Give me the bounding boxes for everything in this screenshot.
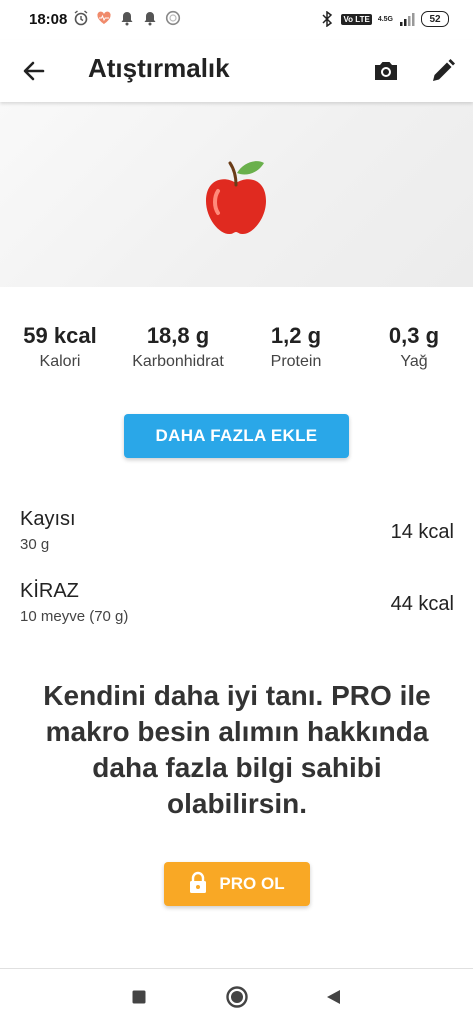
- pro-promo-text: Kendini daha iyi tanı. PRO ile makro bes…: [43, 680, 431, 819]
- food-name: Kayısı: [20, 508, 76, 530]
- battery-indicator: 52: [421, 11, 449, 27]
- camera-icon[interactable]: [371, 56, 401, 86]
- system-nav-bar: [0, 968, 473, 1025]
- status-bar: 18:08 Vo LTE 4.5G 52: [0, 0, 473, 40]
- food-quantity: 30 g: [20, 536, 50, 553]
- food-kcal: 14 kcal: [390, 521, 454, 543]
- macro-label: Kalori: [39, 353, 81, 370]
- food-list-item[interactable]: Kayısı 30 g 14 kcal: [20, 508, 454, 560]
- back-arrow-icon[interactable]: [20, 57, 48, 85]
- macro-value: 59 kcal: [23, 323, 97, 348]
- notification-bell-icon-2: [142, 10, 158, 26]
- bluetooth-icon: [319, 11, 335, 27]
- page-title: Atıştırmalık: [88, 53, 230, 83]
- food-kcal: 44 kcal: [390, 593, 454, 615]
- macro-value: 18,8 g: [146, 323, 210, 348]
- home-circle-icon[interactable]: [225, 985, 249, 1009]
- go-pro-label: PRO OL: [219, 874, 285, 893]
- macro-fat: 0,3 g Yağ: [370, 323, 458, 371]
- macro-calories: 59 kcal Kalori: [15, 323, 105, 371]
- recents-square-icon[interactable]: [127, 985, 151, 1009]
- network-type: 4.5G: [377, 15, 393, 23]
- health-heart-icon: [96, 10, 112, 26]
- macro-label: Karbonhidrat: [132, 353, 224, 370]
- status-notification-icons: [73, 10, 181, 26]
- macro-carbs: 18,8 g Karbonhidrat: [118, 323, 238, 371]
- status-system-icons: Vo LTE 4.5G 52: [319, 11, 449, 27]
- lock-icon: [189, 871, 207, 898]
- macro-label: Protein: [270, 353, 322, 370]
- macro-value: 0,3 g: [388, 323, 440, 348]
- back-triangle-icon[interactable]: [322, 985, 346, 1009]
- edit-pencil-icon[interactable]: [428, 56, 458, 86]
- volte-badge: Vo LTE: [341, 13, 372, 25]
- meal-image: [0, 102, 473, 287]
- apple-icon: [200, 157, 272, 237]
- macro-value: 1,2 g: [270, 323, 322, 348]
- notification-bell-icon: [119, 10, 135, 26]
- app-circle-icon: [165, 10, 181, 26]
- app-bar: Atıştırmalık: [0, 40, 473, 102]
- alarm-icon: [73, 10, 89, 26]
- go-pro-button[interactable]: PRO OL: [164, 862, 310, 906]
- food-name: KİRAZ: [20, 580, 79, 602]
- macro-summary: 59 kcal Kalori 18,8 g Karbonhidrat 1,2 g…: [0, 323, 473, 383]
- macro-label: Yağ: [400, 353, 428, 370]
- food-quantity: 10 meyve (70 g): [20, 608, 129, 625]
- status-time: 18:08: [29, 11, 68, 28]
- macro-protein: 1,2 g Protein: [251, 323, 341, 371]
- signal-icon: [399, 11, 415, 27]
- add-more-button[interactable]: DAHA FAZLA EKLE: [124, 414, 349, 458]
- food-list-item[interactable]: KİRAZ 10 meyve (70 g) 44 kcal: [20, 580, 454, 632]
